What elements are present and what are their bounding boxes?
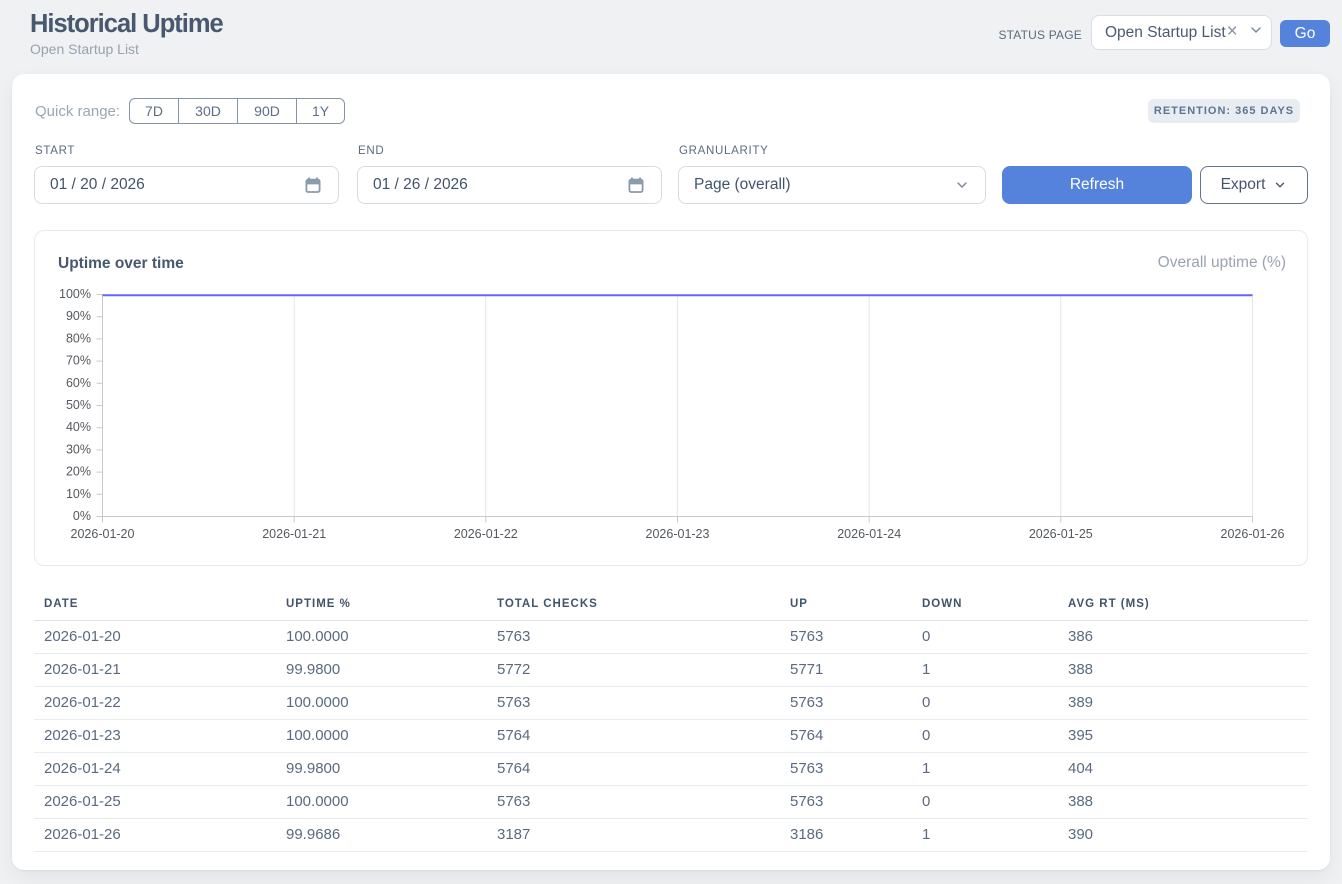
svg-text:2026-01-26: 2026-01-26 xyxy=(1221,527,1285,541)
svg-text:30%: 30% xyxy=(66,442,91,456)
svg-text:2026-01-20: 2026-01-20 xyxy=(71,527,135,541)
svg-text:100%: 100% xyxy=(59,287,91,301)
svg-text:2026-01-23: 2026-01-23 xyxy=(646,527,710,541)
svg-text:90%: 90% xyxy=(66,309,91,323)
svg-text:2026-01-22: 2026-01-22 xyxy=(454,527,518,541)
svg-text:60%: 60% xyxy=(66,376,91,390)
svg-text:0%: 0% xyxy=(73,509,91,523)
svg-text:70%: 70% xyxy=(66,354,91,368)
svg-text:20%: 20% xyxy=(66,465,91,479)
svg-text:80%: 80% xyxy=(66,331,91,345)
svg-text:2026-01-24: 2026-01-24 xyxy=(837,527,901,541)
svg-text:10%: 10% xyxy=(66,487,91,501)
svg-text:2026-01-21: 2026-01-21 xyxy=(262,527,326,541)
svg-text:40%: 40% xyxy=(66,420,91,434)
svg-text:2026-01-25: 2026-01-25 xyxy=(1029,527,1093,541)
svg-text:50%: 50% xyxy=(66,398,91,412)
